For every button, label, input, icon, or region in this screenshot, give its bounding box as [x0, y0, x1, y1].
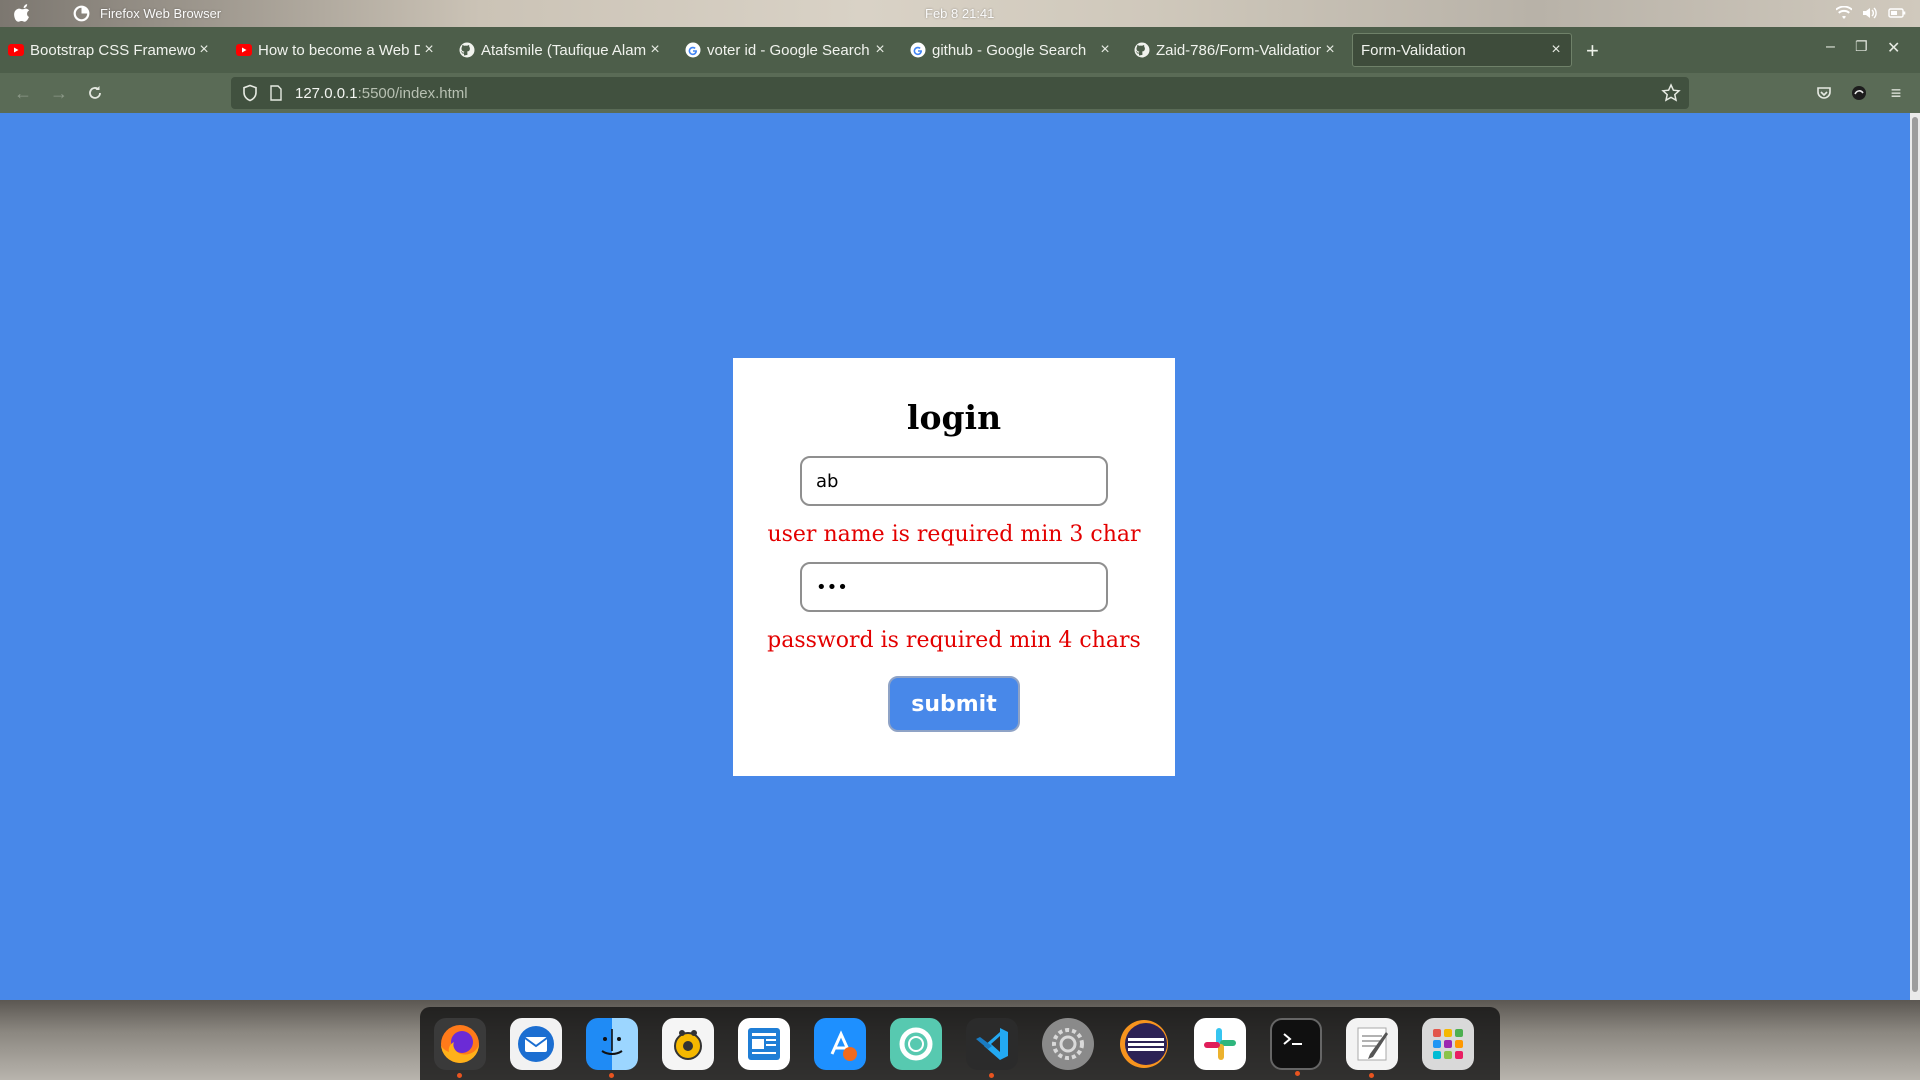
tab-bootstrap[interactable]: Bootstrap CSS Framewor × [8, 33, 213, 67]
system-tray[interactable] [1836, 6, 1906, 20]
back-arrow-icon[interactable]: ← [12, 82, 34, 104]
app-grid-dock-icon[interactable] [1422, 1017, 1474, 1070]
youtube-icon [8, 42, 24, 58]
url-path: :5500/index.html [357, 84, 468, 102]
app-store-dock-icon[interactable] [814, 1017, 866, 1070]
github-icon [1134, 42, 1150, 58]
running-indicator [1369, 1072, 1374, 1078]
username-input[interactable] [800, 456, 1108, 506]
running-indicator [1295, 1070, 1300, 1076]
close-window-icon[interactable]: ✕ [1887, 38, 1900, 58]
scrollbar-thumb[interactable] [1912, 117, 1918, 992]
text-editor-dock-icon[interactable] [1346, 1017, 1398, 1078]
tab-title: github - Google Search [932, 41, 1087, 59]
bookmark-star-icon[interactable] [1661, 83, 1681, 103]
close-tab-icon[interactable]: × [1321, 41, 1339, 59]
password-input[interactable] [800, 562, 1108, 612]
terminal-dock-icon[interactable] [1270, 1017, 1322, 1076]
url-text[interactable]: 127.0.0.1:5500/index.html [295, 85, 468, 102]
tab-voter-id[interactable]: voter id - Google Search × [685, 33, 889, 67]
page-scrollbar[interactable] [1910, 113, 1920, 1000]
tab-atafsmile[interactable]: Atafsmile (Taufique Alam × [459, 33, 664, 67]
active-app-name[interactable]: Firefox Web Browser [100, 6, 221, 21]
slack-dock-icon[interactable] [1194, 1017, 1246, 1070]
close-tab-icon[interactable]: × [195, 41, 213, 59]
running-indicator [457, 1072, 462, 1078]
volume-icon [1863, 7, 1877, 19]
running-indicator [989, 1072, 994, 1078]
tab-title: Atafsmile (Taufique Alam [481, 41, 646, 59]
clock[interactable]: Feb 8 21:41 [925, 6, 994, 21]
tab-form-validation-active[interactable]: Form-Validation × [1352, 33, 1572, 67]
tab-github-search[interactable]: github - Google Search × [910, 33, 1114, 67]
login-heading: login [906, 398, 1002, 437]
eclipse-dock-icon[interactable] [1118, 1018, 1170, 1070]
page-viewport: login user name is required min 3 char p… [0, 113, 1910, 1000]
dock [420, 1007, 1500, 1080]
firefox-dock-icon[interactable] [434, 1017, 486, 1078]
reload-icon[interactable] [84, 82, 106, 104]
shield-icon[interactable] [241, 84, 259, 102]
tab-title: Zaid-786/Form-Validation [1156, 41, 1321, 59]
minimize-icon[interactable]: – [1826, 38, 1835, 56]
forward-arrow-icon[interactable]: → [48, 82, 70, 104]
apple-icon[interactable] [14, 4, 32, 22]
tab-title: How to become a Web De [258, 41, 420, 59]
submit-button[interactable]: submit [888, 676, 1020, 732]
username-error-message: user name is required min 3 char [767, 522, 1141, 547]
settings-dock-icon[interactable] [1042, 1017, 1094, 1070]
tab-zaid-form-validation[interactable]: Zaid-786/Form-Validation × [1134, 33, 1339, 67]
google-icon [685, 42, 701, 58]
close-tab-icon[interactable]: × [871, 41, 889, 59]
rhythmbox-dock-icon[interactable] [662, 1017, 714, 1070]
tab-title: voter id - Google Search [707, 41, 870, 59]
tab-web-dev[interactable]: How to become a Web De × [236, 33, 438, 67]
tab-strip: Bootstrap CSS Framewor × How to become a… [0, 27, 1920, 73]
address-bar[interactable]: 127.0.0.1:5500/index.html [231, 77, 1689, 109]
pocket-icon[interactable] [1813, 82, 1835, 104]
youtube-icon [236, 42, 252, 58]
writer-dock-icon[interactable] [738, 1017, 790, 1070]
navigation-toolbar: ← → 127.0.0.1:5500/index.html ≡ [0, 73, 1920, 113]
running-indicator [609, 1072, 614, 1078]
tab-title: Form-Validation [1361, 41, 1466, 59]
close-tab-icon[interactable]: × [646, 41, 664, 59]
restore-icon[interactable]: ❐ [1855, 38, 1868, 55]
close-tab-icon[interactable]: × [1096, 41, 1114, 59]
tab-title: Bootstrap CSS Framewor [30, 41, 195, 59]
system-top-bar: Firefox Web Browser Feb 8 21:41 [0, 0, 1920, 27]
wifi-icon [1836, 6, 1852, 19]
finder-dock-icon[interactable] [586, 1017, 638, 1078]
battery-icon [1888, 8, 1906, 18]
help-dock-icon[interactable] [890, 1017, 942, 1070]
new-tab-plus-icon[interactable]: + [1586, 38, 1599, 64]
close-tab-icon[interactable]: × [1547, 41, 1565, 59]
vscode-dock-icon[interactable] [966, 1017, 1018, 1078]
hamburger-menu-icon[interactable]: ≡ [1885, 82, 1907, 104]
url-host: 127.0.0.1 [295, 84, 358, 102]
google-icon [910, 42, 926, 58]
close-tab-icon[interactable]: × [420, 41, 438, 59]
password-error-message: password is required min 4 chars [767, 628, 1141, 653]
page-info-icon[interactable] [269, 85, 283, 101]
extension-icon[interactable] [1848, 82, 1870, 104]
login-card: login user name is required min 3 char p… [733, 358, 1175, 776]
firefox-app-icon [73, 5, 90, 22]
github-icon [459, 42, 475, 58]
thunderbird-dock-icon[interactable] [510, 1017, 562, 1070]
